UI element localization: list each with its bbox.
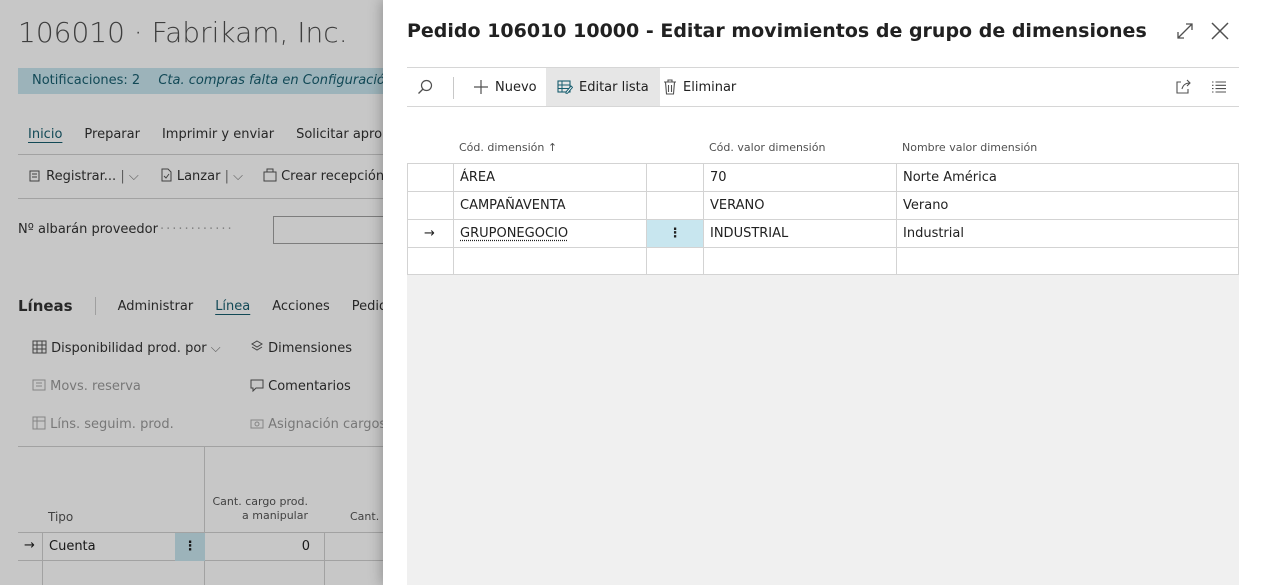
search-icon [418, 79, 433, 94]
cell-dimension-value-code[interactable]: INDUSTRIAL [704, 220, 897, 247]
new-label: Nuevo [495, 79, 537, 95]
row-indicator-arrow-icon[interactable]: → [407, 220, 454, 247]
trash-icon [664, 79, 676, 95]
list-icon [1212, 81, 1226, 93]
table-row-selected[interactable]: → GRUPONEGOCIO ⋮ INDUSTRIAL Industrial [407, 219, 1239, 247]
row-menu-cell[interactable] [647, 192, 704, 219]
delete-label: Eliminar [683, 79, 737, 95]
search-button[interactable] [417, 68, 433, 106]
row-indicator[interactable] [407, 164, 454, 191]
cell-dimension-value-name[interactable] [897, 248, 1239, 275]
cell-dimension-value-code[interactable]: 70 [704, 164, 897, 191]
list-view-button[interactable] [1211, 68, 1227, 106]
cell-dimension-value-name[interactable]: Norte América [897, 164, 1239, 191]
dimension-grid: Cód. dimensión ↑ Cód. valor dimensión No… [407, 136, 1239, 585]
grid-header: Cód. dimensión ↑ Cód. valor dimensión No… [407, 136, 1239, 163]
dialog-toolbar: Nuevo Editar lista Eliminar [407, 67, 1239, 107]
column-header-dimension-value-code[interactable]: Cód. valor dimensión [709, 141, 825, 154]
share-icon [1176, 79, 1191, 94]
table-row-new[interactable] [407, 247, 1239, 275]
share-button[interactable] [1175, 68, 1192, 106]
column-header-dimension-code[interactable]: Cód. dimensión ↑ [459, 141, 557, 154]
row-menu-icon[interactable]: ⋮ [647, 220, 704, 247]
row-menu-cell[interactable] [647, 164, 704, 191]
row-indicator[interactable] [407, 192, 454, 219]
cell-dimension-value-code[interactable] [704, 248, 897, 275]
toolbar-separator [453, 77, 454, 99]
cell-dimension-value-name[interactable]: Industrial [897, 220, 1239, 247]
edit-dimension-set-dialog: Pedido 106010 10000 - Editar movimientos… [383, 0, 1284, 585]
cell-dimension-code[interactable] [454, 248, 647, 275]
edit-list-icon [557, 80, 573, 94]
row-indicator[interactable] [407, 248, 454, 275]
expand-icon[interactable] [1174, 20, 1196, 42]
delete-button[interactable]: Eliminar [663, 68, 736, 106]
cell-dimension-code[interactable]: CAMPAÑAVENTA [454, 192, 647, 219]
cell-dimension-code[interactable]: ÁREA [454, 164, 647, 191]
dialog-title: Pedido 106010 10000 - Editar movimientos… [407, 20, 1147, 42]
grid-body: ÁREA 70 Norte América CAMPAÑAVENTA VERAN… [407, 163, 1239, 275]
cell-dimension-value-code[interactable]: VERANO [704, 192, 897, 219]
edit-list-label: Editar lista [579, 79, 649, 95]
row-menu-cell[interactable] [647, 248, 704, 275]
cell-dimension-code[interactable]: GRUPONEGOCIO [454, 220, 647, 247]
cell-dimension-value-name[interactable]: Verano [897, 192, 1239, 219]
new-button[interactable]: Nuevo [473, 68, 543, 106]
table-row[interactable]: CAMPAÑAVENTA VERANO Verano [407, 191, 1239, 219]
close-icon[interactable] [1209, 20, 1231, 42]
plus-icon [474, 80, 488, 94]
table-row[interactable]: ÁREA 70 Norte América [407, 163, 1239, 191]
edit-list-button[interactable]: Editar lista [546, 68, 660, 106]
column-header-dimension-value-name[interactable]: Nombre valor dimensión [902, 141, 1037, 154]
